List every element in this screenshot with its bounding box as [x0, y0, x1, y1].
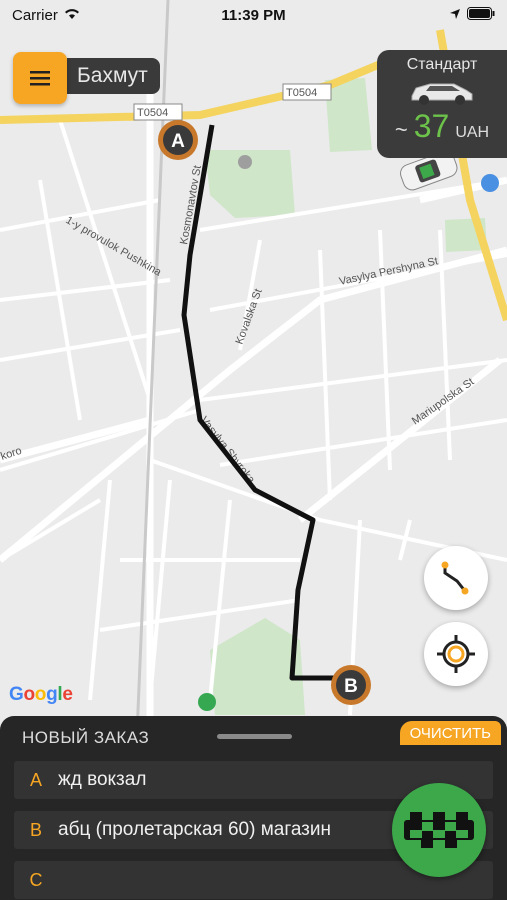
shop-icon — [481, 174, 499, 192]
route-icon — [441, 561, 469, 595]
sheet-grabber[interactable] — [217, 734, 292, 739]
price-currency: UAH — [455, 124, 490, 141]
tariff-name: Стандарт — [406, 56, 478, 73]
status-bar: Carrier 11:39 PM — [0, 0, 507, 30]
address-text: жд вокзал — [58, 769, 147, 790]
city-name: Бахмут — [77, 64, 148, 87]
address-text: абц (пролетарская 60) магазин — [58, 819, 332, 840]
svg-text:A: A — [171, 131, 185, 152]
crosshair-icon — [437, 635, 475, 673]
order-taxi-button[interactable] — [392, 783, 486, 877]
road-label-t0504: T0504 — [137, 107, 168, 119]
clear-button[interactable]: ОЧИСТИТЬ — [399, 721, 501, 745]
marker-b[interactable]: B — [331, 665, 371, 705]
route-button[interactable] — [424, 546, 488, 610]
wifi-icon — [64, 7, 80, 24]
car-icon — [385, 78, 499, 106]
poi-icon — [238, 155, 252, 169]
google-logo: Google — [9, 684, 73, 705]
address-letter: C — [29, 869, 43, 890]
app-screen: T0504 T0504 Kosmonavtov St 1-y provulok … — [0, 0, 507, 900]
tariff-card[interactable]: Стандарт ~ 37 UAH — [377, 50, 507, 158]
my-location-button[interactable] — [424, 622, 488, 686]
location-arrow-icon — [449, 7, 461, 24]
hamburger-icon — [30, 71, 50, 86]
park-area — [325, 78, 372, 152]
svg-text:B: B — [344, 676, 358, 697]
address-letter: B — [29, 819, 42, 840]
marker-a[interactable]: A — [158, 120, 198, 160]
sheet-title: НОВЫЙ ЗАКАЗ — [22, 728, 150, 747]
carrier-label: Carrier — [12, 6, 58, 24]
price-value: 37 — [413, 108, 450, 144]
address-letter: A — [29, 769, 42, 790]
park-icon — [198, 693, 216, 711]
road-label-t0504: T0504 — [286, 87, 317, 99]
menu-button[interactable] — [13, 52, 67, 104]
city-selector[interactable]: Бахмут — [67, 58, 160, 94]
price-approx: ~ — [394, 117, 408, 142]
battery-icon — [467, 6, 495, 24]
taxi-checker-icon — [404, 812, 474, 848]
